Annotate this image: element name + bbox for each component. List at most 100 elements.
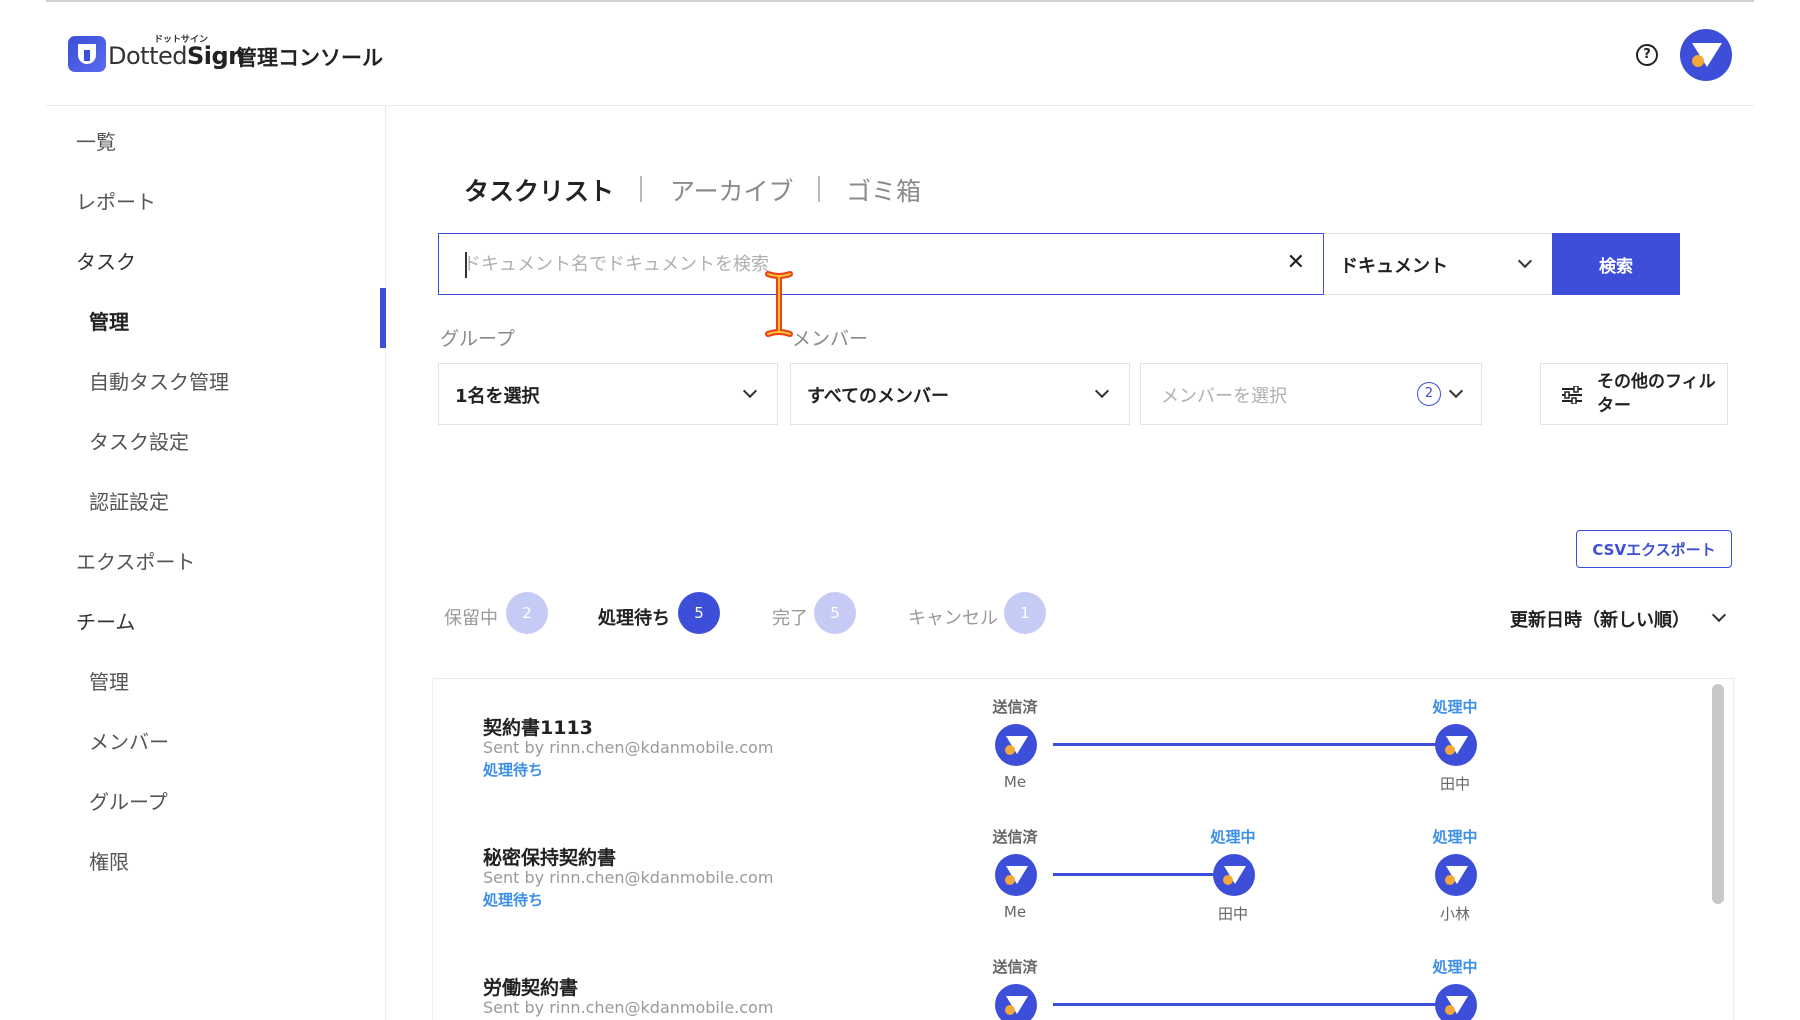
search-input[interactable] bbox=[463, 248, 1263, 280]
sidebar-section-team[interactable]: チーム bbox=[76, 606, 135, 635]
clear-icon[interactable]: ✕ bbox=[1287, 250, 1305, 275]
count-badge: 1 bbox=[1004, 592, 1046, 634]
step-status: 送信済 bbox=[992, 698, 1038, 716]
sidebar-item-task-manage[interactable]: 管理 bbox=[89, 306, 129, 335]
signer-avatar[interactable] bbox=[995, 854, 1037, 896]
tab-trash[interactable]: ゴミ箱 bbox=[846, 172, 921, 208]
text-cursor-icon bbox=[765, 271, 793, 337]
count-badge: 5 bbox=[678, 592, 720, 634]
more-filters-label: その他のフィルター bbox=[1597, 372, 1716, 416]
app-window: ドットサイン DottedSign 管理コンソール ? 一覧 レポート タスク … bbox=[46, 0, 1754, 1020]
task-row[interactable]: 労働契約書 Sent by rinn.chen@kdanmobile.com 処… bbox=[433, 939, 1733, 1020]
task-title[interactable]: 労働契約書 bbox=[483, 973, 578, 1000]
sidebar-active-indicator bbox=[380, 288, 386, 348]
text-caret bbox=[465, 252, 467, 278]
tab-divider bbox=[640, 176, 642, 202]
task-row[interactable]: 秘密保持契約書 Sent by rinn.chen@kdanmobile.com… bbox=[433, 809, 1733, 939]
group-select[interactable]: 1名を選択 bbox=[438, 363, 778, 425]
list-scrollbar[interactable] bbox=[1712, 684, 1724, 904]
count-badge: 2 bbox=[506, 592, 548, 634]
task-title[interactable]: 秘密保持契約書 bbox=[483, 843, 616, 870]
search-scope-value: ドキュメント bbox=[1340, 256, 1448, 277]
status-tab-completed[interactable]: 完了 5 bbox=[772, 592, 872, 636]
filter-sliders-icon bbox=[1562, 386, 1582, 404]
sidebar-item-overview[interactable]: 一覧 bbox=[76, 126, 116, 155]
help-icon[interactable]: ? bbox=[1636, 44, 1658, 66]
signer-avatar[interactable] bbox=[1435, 854, 1477, 896]
chevron-down-icon bbox=[1711, 607, 1727, 623]
status-tab-label: 完了 bbox=[772, 608, 808, 629]
chevron-down-icon bbox=[1517, 253, 1533, 269]
status-tab-label: キャンセル bbox=[908, 608, 998, 629]
progress-line bbox=[1053, 743, 1475, 746]
chevron-down-icon bbox=[1448, 383, 1464, 399]
sidebar-item-export[interactable]: エクスポート bbox=[76, 546, 195, 575]
signer-avatar[interactable] bbox=[1213, 854, 1255, 896]
search-button[interactable]: 検索 bbox=[1552, 233, 1680, 295]
sort-value: 更新日時（新しい順） bbox=[1510, 610, 1690, 631]
progress-line bbox=[1053, 1003, 1475, 1006]
step-status: 送信済 bbox=[992, 958, 1038, 976]
chevron-down-icon bbox=[1094, 383, 1110, 399]
status-tab-pending[interactable]: 処理待ち 5 bbox=[598, 592, 738, 636]
sidebar-item-members[interactable]: メンバー bbox=[89, 726, 169, 755]
group-select-value: 1名を選択 bbox=[455, 386, 540, 407]
status-tab-label: 保留中 bbox=[444, 608, 498, 629]
step-status: 処理中 bbox=[1432, 828, 1478, 846]
sort-select[interactable]: 更新日時（新しい順） bbox=[1510, 606, 1727, 632]
member-scope-value: すべてのメンバー bbox=[807, 386, 950, 407]
group-filter-label: グループ bbox=[440, 328, 515, 350]
signer-name: 田中 bbox=[1217, 905, 1248, 923]
signer-name: 小林 bbox=[1439, 905, 1470, 923]
signer-avatar[interactable] bbox=[1435, 984, 1477, 1020]
signer-avatar[interactable] bbox=[1435, 724, 1477, 766]
signer-avatar[interactable] bbox=[995, 984, 1037, 1020]
tab-task-list[interactable]: タスクリスト bbox=[464, 172, 614, 208]
sidebar-nav: 一覧 レポート タスク 管理 自動タスク管理 タスク設定 認証設定 エクスポート… bbox=[46, 106, 386, 1020]
member-picker-placeholder: メンバーを選択 bbox=[1161, 386, 1287, 407]
sidebar-item-team-manage[interactable]: 管理 bbox=[89, 666, 129, 695]
task-row[interactable]: 契約書1113 Sent by rinn.chen@kdanmobile.com… bbox=[433, 679, 1733, 809]
csv-export-button[interactable]: CSVエクスポート bbox=[1576, 530, 1732, 568]
task-sender: Sent by rinn.chen@kdanmobile.com bbox=[483, 998, 774, 1017]
task-state-link[interactable]: 処理待ち bbox=[483, 889, 543, 910]
status-tab-cancelled[interactable]: キャンセル 1 bbox=[908, 592, 1048, 636]
user-avatar[interactable] bbox=[1680, 29, 1732, 81]
search-scope-select[interactable]: ドキュメント bbox=[1324, 233, 1554, 295]
step-status: 処理中 bbox=[1432, 698, 1478, 716]
count-badge: 5 bbox=[814, 592, 856, 634]
more-filters-button[interactable]: その他のフィルター bbox=[1540, 363, 1728, 425]
signer-avatar[interactable] bbox=[995, 724, 1037, 766]
member-count-badge: 2 bbox=[1417, 382, 1441, 406]
signer-name: Me bbox=[1003, 903, 1027, 921]
task-list: 契約書1113 Sent by rinn.chen@kdanmobile.com… bbox=[432, 678, 1734, 1020]
step-status: 処理中 bbox=[1432, 958, 1478, 976]
console-title: 管理コンソール bbox=[236, 46, 383, 70]
task-state-link[interactable]: 処理待ち bbox=[483, 759, 543, 780]
signer-name: 田中 bbox=[1439, 775, 1470, 793]
task-sender: Sent by rinn.chen@kdanmobile.com bbox=[483, 738, 774, 757]
status-tab-on-hold[interactable]: 保留中 2 bbox=[444, 592, 554, 636]
member-picker[interactable]: メンバーを選択 2 bbox=[1140, 363, 1482, 425]
sidebar-section-task[interactable]: タスク bbox=[76, 246, 136, 275]
sidebar-item-groups[interactable]: グループ bbox=[89, 786, 168, 815]
search-field[interactable]: ✕ bbox=[438, 233, 1324, 295]
top-header: ドットサイン DottedSign 管理コンソール ? bbox=[46, 2, 1754, 106]
tab-archive[interactable]: アーカイブ bbox=[670, 172, 794, 208]
sidebar-item-permissions[interactable]: 権限 bbox=[89, 846, 129, 875]
task-title[interactable]: 契約書1113 bbox=[483, 713, 593, 740]
chevron-down-icon bbox=[742, 383, 758, 399]
dottedsign-logo-icon[interactable] bbox=[68, 36, 106, 72]
sidebar-item-task-settings[interactable]: タスク設定 bbox=[89, 426, 189, 455]
signer-name: Me bbox=[1003, 773, 1027, 791]
sidebar-item-auto-task[interactable]: 自動タスク管理 bbox=[89, 366, 229, 395]
tab-divider bbox=[818, 176, 820, 202]
step-status: 送信済 bbox=[992, 828, 1038, 846]
step-status: 処理中 bbox=[1210, 828, 1256, 846]
task-sender: Sent by rinn.chen@kdanmobile.com bbox=[483, 868, 774, 887]
sidebar-item-report[interactable]: レポート bbox=[76, 186, 156, 215]
brand-name[interactable]: DottedSign bbox=[108, 42, 245, 70]
sidebar-item-auth-settings[interactable]: 認証設定 bbox=[89, 486, 169, 515]
status-tab-label: 処理待ち bbox=[598, 608, 670, 629]
member-scope-select[interactable]: すべてのメンバー bbox=[790, 363, 1130, 425]
